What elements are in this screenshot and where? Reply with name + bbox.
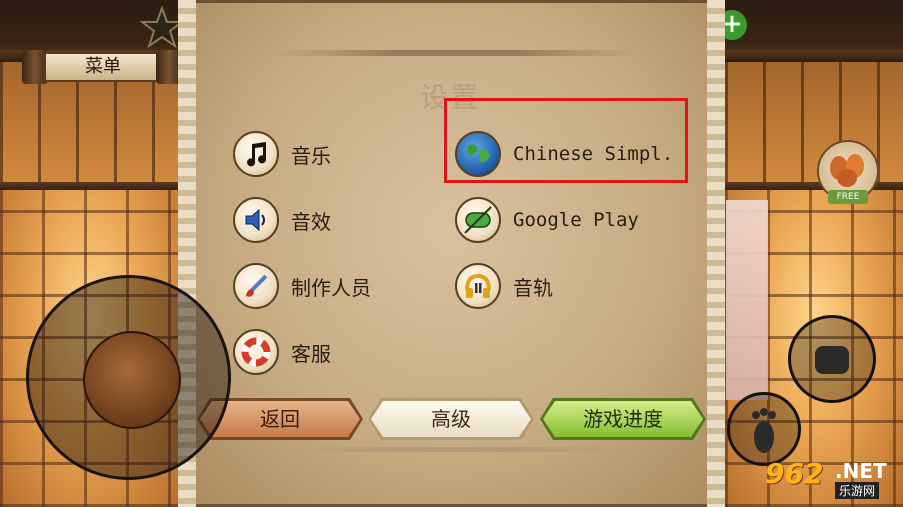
free-badge: FREE — [828, 190, 868, 204]
option-label: 客服 — [291, 341, 331, 366]
menu-button-label: 菜单 — [44, 52, 162, 82]
option-music[interactable]: 音乐 — [233, 128, 331, 180]
paintbrush-icon — [233, 263, 279, 309]
gamepad-icon — [455, 197, 501, 243]
fist-icon — [815, 346, 849, 374]
option-soundtrack[interactable]: 音轨 — [455, 260, 553, 312]
watermark-number: 962 — [765, 457, 824, 490]
sakura-scroll — [726, 200, 768, 400]
option-google-play[interactable]: Google Play — [455, 194, 639, 246]
watermark-net: .NET — [835, 459, 887, 483]
option-credits[interactable]: 制作人员 — [233, 260, 371, 312]
punch-button[interactable] — [788, 315, 876, 403]
menu-button[interactable]: 菜单 — [22, 50, 182, 84]
advanced-button[interactable]: 高级 — [371, 401, 531, 437]
watermark-site: 乐游网 — [835, 482, 880, 499]
highlight-box — [444, 98, 688, 183]
foot-icon — [752, 408, 776, 453]
joystick-knob[interactable] — [83, 331, 181, 429]
headphones-icon — [455, 263, 501, 309]
option-sound-effects[interactable]: 音效 — [233, 194, 331, 246]
beam — [725, 50, 903, 62]
panel-divider-bottom — [290, 447, 630, 452]
option-label: 音乐 — [291, 143, 331, 168]
option-support[interactable]: 客服 — [233, 326, 331, 378]
option-label: Google Play — [513, 209, 639, 231]
speaker-icon — [233, 197, 279, 243]
watermark: 962 .NET 乐游网 — [765, 455, 895, 501]
option-label: 音轨 — [513, 275, 553, 300]
lifebuoy-icon — [233, 329, 279, 375]
option-label: 制作人员 — [291, 275, 371, 300]
game-progress-button[interactable]: 游戏进度 — [543, 401, 703, 437]
option-label: 音效 — [291, 209, 331, 234]
music-note-icon — [233, 131, 279, 177]
panel-divider-top — [274, 50, 638, 56]
